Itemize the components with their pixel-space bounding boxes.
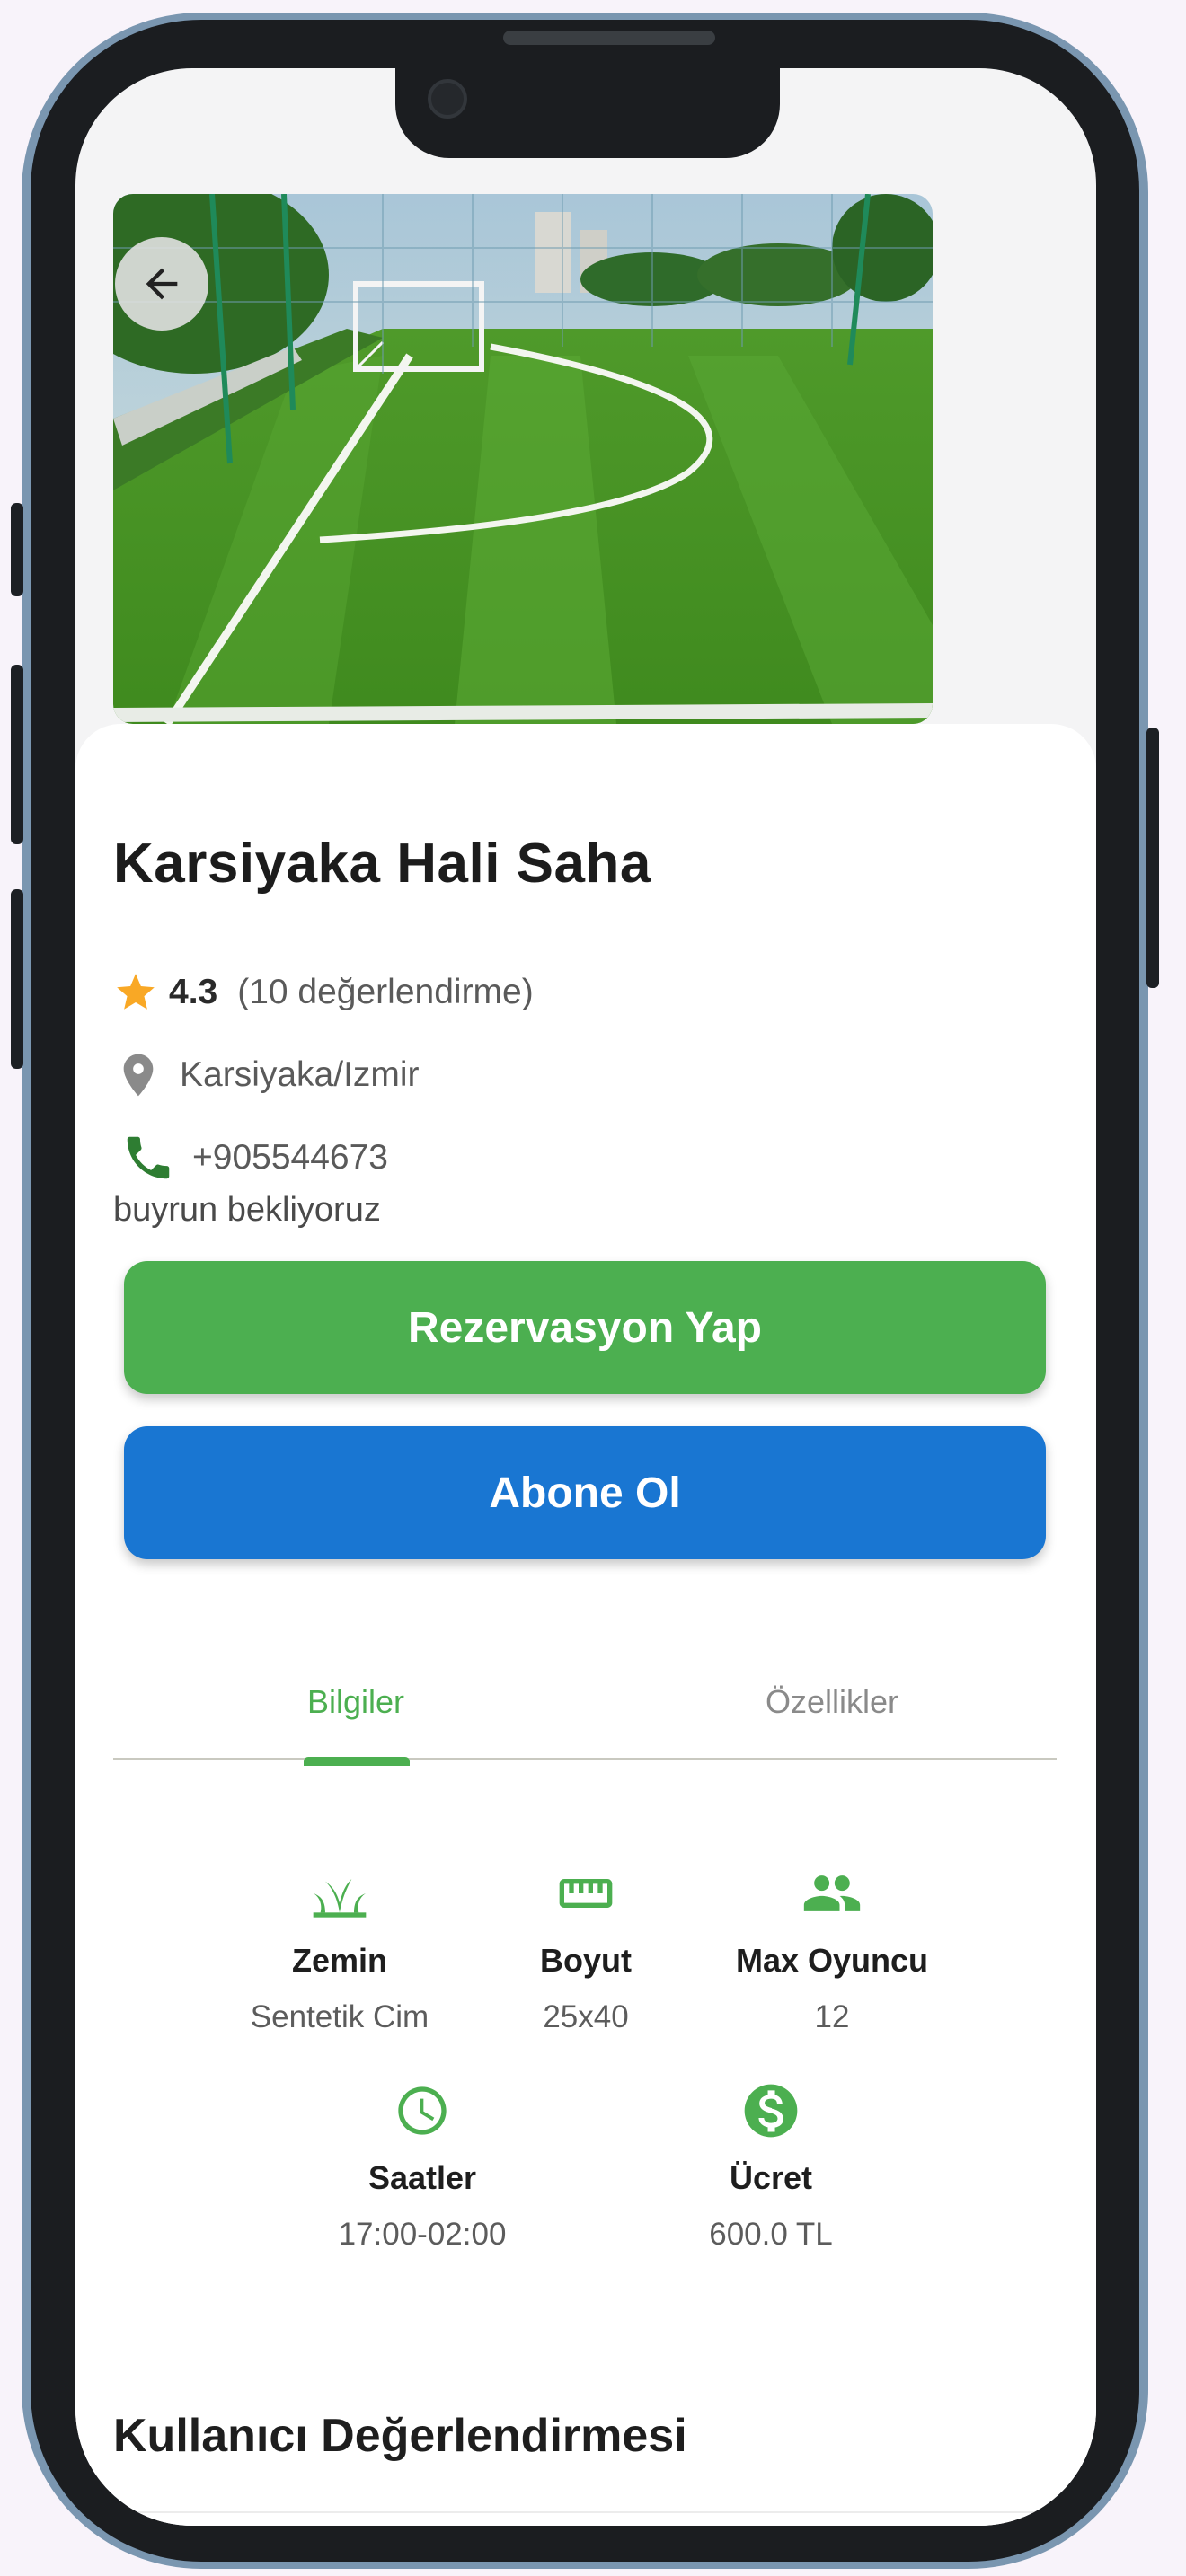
tab-features[interactable]: Özellikler bbox=[643, 1667, 1021, 1760]
location-row: Karsiyaka/Izmir bbox=[113, 1047, 420, 1103]
phone-icon bbox=[127, 1136, 170, 1179]
dollar-icon bbox=[744, 2084, 798, 2138]
tab-features-label: Özellikler bbox=[765, 1683, 899, 1720]
feature-surface: Zemin Sentetik Cim bbox=[223, 1861, 456, 2035]
ruler-icon bbox=[559, 1879, 613, 1908]
app-screen: Karsiyaka Hali Saha 4.3 (10 değerlendirm… bbox=[75, 68, 1096, 2526]
tab-bar: Bilgiler Özellikler bbox=[113, 1667, 1057, 1766]
tab-info[interactable]: Bilgiler bbox=[167, 1667, 544, 1766]
feature-size: Boyut 25x40 bbox=[469, 1861, 703, 2035]
reserve-button[interactable]: Rezervasyon Yap bbox=[124, 1261, 1046, 1394]
star-icon bbox=[117, 974, 155, 1010]
venue-photo bbox=[113, 194, 933, 724]
clock-icon bbox=[398, 2086, 447, 2135]
phone-side-button bbox=[11, 889, 23, 1069]
feature-value: 25x40 bbox=[543, 1999, 629, 2034]
feature-hours: Saatler 17:00-02:00 bbox=[305, 2078, 539, 2253]
location-text: Karsiyaka/Izmir bbox=[180, 1055, 420, 1094]
phone-number[interactable]: +905544673 bbox=[192, 1138, 388, 1178]
feature-label: Boyut bbox=[540, 1942, 632, 1979]
phone-side-button bbox=[11, 503, 23, 596]
reviews-card bbox=[101, 2511, 1071, 2526]
tab-indicator bbox=[304, 1757, 410, 1766]
venue-description: buyrun bekliyoruz bbox=[113, 1191, 381, 1229]
subscribe-button[interactable]: Abone Ol bbox=[124, 1426, 1046, 1559]
feature-price: Ücret 600.0 TL bbox=[654, 2078, 888, 2253]
people-icon bbox=[803, 1875, 861, 1911]
phone-side-button bbox=[11, 665, 23, 844]
phone-row[interactable]: +905544673 bbox=[113, 1130, 388, 1186]
feature-value: 12 bbox=[814, 1999, 850, 2034]
location-pin-icon bbox=[123, 1054, 154, 1097]
feature-value: 600.0 TL bbox=[709, 2217, 833, 2252]
feature-max-players: Max Oyuncu 12 bbox=[715, 1861, 949, 2035]
feature-value: 17:00-02:00 bbox=[338, 2217, 507, 2252]
rating-value: 4.3 bbox=[169, 973, 218, 1011]
phone-speaker bbox=[503, 31, 715, 45]
venue-title: Karsiyaka Hali Saha bbox=[113, 833, 651, 895]
phone-side-button bbox=[1146, 728, 1159, 988]
reviews-title: Kullanıcı Değerlendirmesi bbox=[113, 2410, 687, 2462]
feature-label: Saatler bbox=[367, 2159, 477, 2196]
feature-label: Max Oyuncu bbox=[735, 1942, 929, 1979]
phone-camera bbox=[428, 79, 467, 119]
arrow-left-icon bbox=[146, 268, 178, 300]
feature-label: Ücret bbox=[729, 2159, 813, 2196]
grass-icon bbox=[313, 1879, 367, 1918]
feature-label: Zemin bbox=[291, 1942, 387, 1979]
feature-value: Sentetik Cim bbox=[250, 1999, 429, 2034]
rating-count: (10 değerlendirme) bbox=[237, 973, 534, 1011]
rating-row: 4.3 (10 değerlendirme) bbox=[113, 970, 534, 1015]
back-button[interactable] bbox=[115, 237, 208, 331]
tab-info-label: Bilgiler bbox=[306, 1683, 405, 1720]
